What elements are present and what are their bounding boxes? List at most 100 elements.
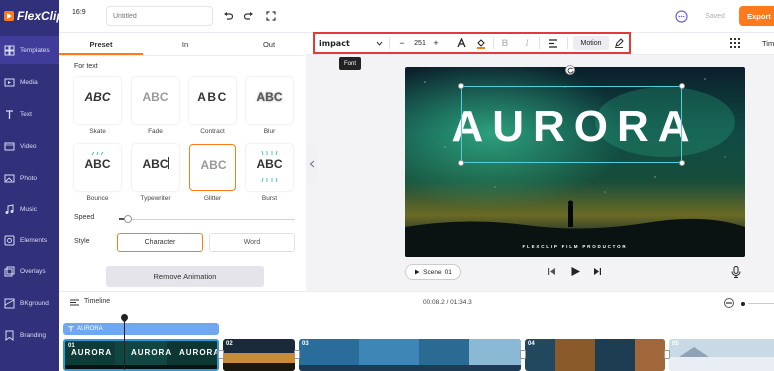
animation-fade[interactable]: ABC: [132, 77, 179, 124]
tab-in[interactable]: In: [143, 33, 227, 55]
align-button[interactable]: [547, 34, 559, 52]
video-preview[interactable]: AURORA FLEXCLIP FILM PRODUCTOR: [405, 67, 745, 257]
scene-clip-01[interactable]: AURORA AURORA AURORA 01: [63, 339, 219, 371]
fullscreen-button[interactable]: [265, 10, 277, 22]
sidebar-item-elements[interactable]: Elements: [0, 226, 59, 254]
resize-handle[interactable]: [679, 160, 685, 166]
tab-preset[interactable]: Preset: [59, 33, 143, 55]
tab-out[interactable]: Out: [227, 33, 311, 55]
animation-typewriter[interactable]: ABC: [132, 144, 179, 191]
branding-icon: [5, 330, 14, 341]
transition-handle[interactable]: [294, 350, 300, 359]
bold-button[interactable]: B: [500, 34, 510, 52]
sidebar-item-text[interactable]: Text: [0, 100, 59, 128]
sidebar-item-video[interactable]: Video: [0, 132, 59, 160]
font-size-value[interactable]: 251: [409, 34, 431, 52]
text-track-clip[interactable]: AURORA: [63, 323, 219, 335]
aspect-ratio-selector[interactable]: 16:9: [72, 9, 86, 16]
chat-button[interactable]: [674, 9, 688, 23]
resize-handle[interactable]: [458, 160, 464, 166]
sidebar-item-templates[interactable]: Templates: [0, 36, 59, 64]
zoom-out-button[interactable]: [724, 298, 734, 308]
sidebar-item-label: Overlays: [20, 267, 46, 275]
timing-label[interactable]: Tim: [762, 39, 774, 48]
sidebar-item-label: Branding: [20, 331, 47, 339]
text-track-label: AURORA: [77, 326, 103, 332]
timeline-toggle[interactable]: [70, 299, 79, 308]
scene-clip-02[interactable]: 02: [223, 339, 295, 371]
scene-clip-05[interactable]: 05: [669, 339, 774, 371]
animation-skate[interactable]: ABC: [74, 77, 121, 124]
rotate-handle[interactable]: [565, 65, 575, 75]
previous-button[interactable]: [547, 267, 556, 278]
animation-label: Skate: [89, 128, 106, 135]
italic-button[interactable]: I: [522, 34, 532, 52]
burst-marks-icon: [261, 150, 278, 156]
animation-bounce[interactable]: ABC: [74, 144, 121, 191]
speed-slider-handle[interactable]: [124, 215, 132, 223]
microphone-icon: [731, 266, 741, 278]
grid-button[interactable]: [730, 38, 740, 50]
sidebar-item-photo[interactable]: Photo: [0, 164, 59, 192]
resize-handle[interactable]: [679, 83, 685, 89]
speed-slider-track[interactable]: [119, 219, 295, 220]
sidebar: FlexClip Templates Media Text Video Phot…: [0, 0, 64, 371]
scene-clip-03[interactable]: 03: [299, 339, 521, 371]
sidebar-item-label: Video: [20, 142, 37, 150]
animation-glitter[interactable]: ABC: [189, 144, 236, 191]
zoom-slider-track[interactable]: [748, 303, 774, 304]
export-button[interactable]: Export: [739, 6, 774, 26]
transition-handle[interactable]: [520, 350, 526, 359]
style-label: Style: [74, 238, 90, 245]
speed-label: Speed: [74, 214, 95, 221]
section-label: For text: [74, 63, 98, 70]
transition-handle[interactable]: [218, 350, 224, 359]
sidebar-item-overlays[interactable]: Overlays: [0, 257, 59, 285]
overlays-icon: [4, 266, 15, 276]
zoom-slider-handle[interactable]: [741, 302, 745, 306]
sidebar-item-music[interactable]: Music: [0, 195, 59, 223]
grid-icon: [730, 38, 740, 48]
collapse-panel-button[interactable]: [306, 145, 318, 183]
animation-contract[interactable]: ABC: [189, 77, 236, 124]
motion-button[interactable]: Motion: [573, 36, 609, 50]
animation-burst[interactable]: ABC: [246, 144, 293, 191]
sidebar-item-media[interactable]: Media: [0, 68, 59, 96]
edit-style-button[interactable]: [613, 34, 625, 52]
animation-panel: Preset In Out For text ABC Skate ABC Fad…: [59, 33, 304, 291]
highlight-color-button[interactable]: [475, 34, 487, 52]
logo-text: FlexClip: [17, 9, 64, 23]
resize-handle[interactable]: [458, 83, 464, 89]
text-selection-box[interactable]: [458, 83, 685, 166]
play-button[interactable]: [570, 266, 581, 279]
remove-animation-button[interactable]: Remove Animation: [106, 266, 264, 287]
transition-handle[interactable]: [664, 350, 670, 359]
chevron-down-icon: [376, 41, 383, 46]
project-title-input[interactable]: [106, 6, 213, 26]
animation-blur[interactable]: ABC: [246, 77, 293, 124]
text-color-button[interactable]: [455, 34, 467, 52]
scene-clip-04[interactable]: 04: [525, 339, 665, 371]
sidebar-item-bkground[interactable]: BKground: [0, 289, 59, 317]
undo-button[interactable]: [222, 10, 234, 22]
style-option-character[interactable]: Character: [117, 233, 203, 252]
scene-button[interactable]: Scene 01: [405, 264, 461, 280]
producer-text[interactable]: FLEXCLIP FILM PRODUCTOR: [405, 244, 745, 249]
style-option-word[interactable]: Word: [209, 233, 295, 252]
voiceover-button[interactable]: [731, 266, 741, 280]
bkground-icon: [4, 298, 15, 308]
logo[interactable]: FlexClip: [4, 9, 64, 23]
font-size-decrease-button[interactable]: −: [398, 34, 406, 52]
next-button[interactable]: [593, 267, 602, 278]
playhead-line[interactable]: [124, 318, 125, 370]
media-icon: [4, 78, 15, 86]
music-icon: [5, 203, 14, 214]
saved-status: Saved: [705, 12, 725, 20]
undo-icon: [224, 12, 233, 20]
font-dropdown[interactable]: impact: [319, 34, 383, 52]
font-size-increase-button[interactable]: +: [432, 34, 440, 52]
flexclip-editor: FlexClip Templates Media Text Video Phot…: [0, 0, 774, 371]
redo-button[interactable]: [243, 10, 255, 22]
sidebar-item-label: Photo: [20, 174, 37, 182]
sidebar-item-branding[interactable]: Branding: [0, 321, 59, 349]
